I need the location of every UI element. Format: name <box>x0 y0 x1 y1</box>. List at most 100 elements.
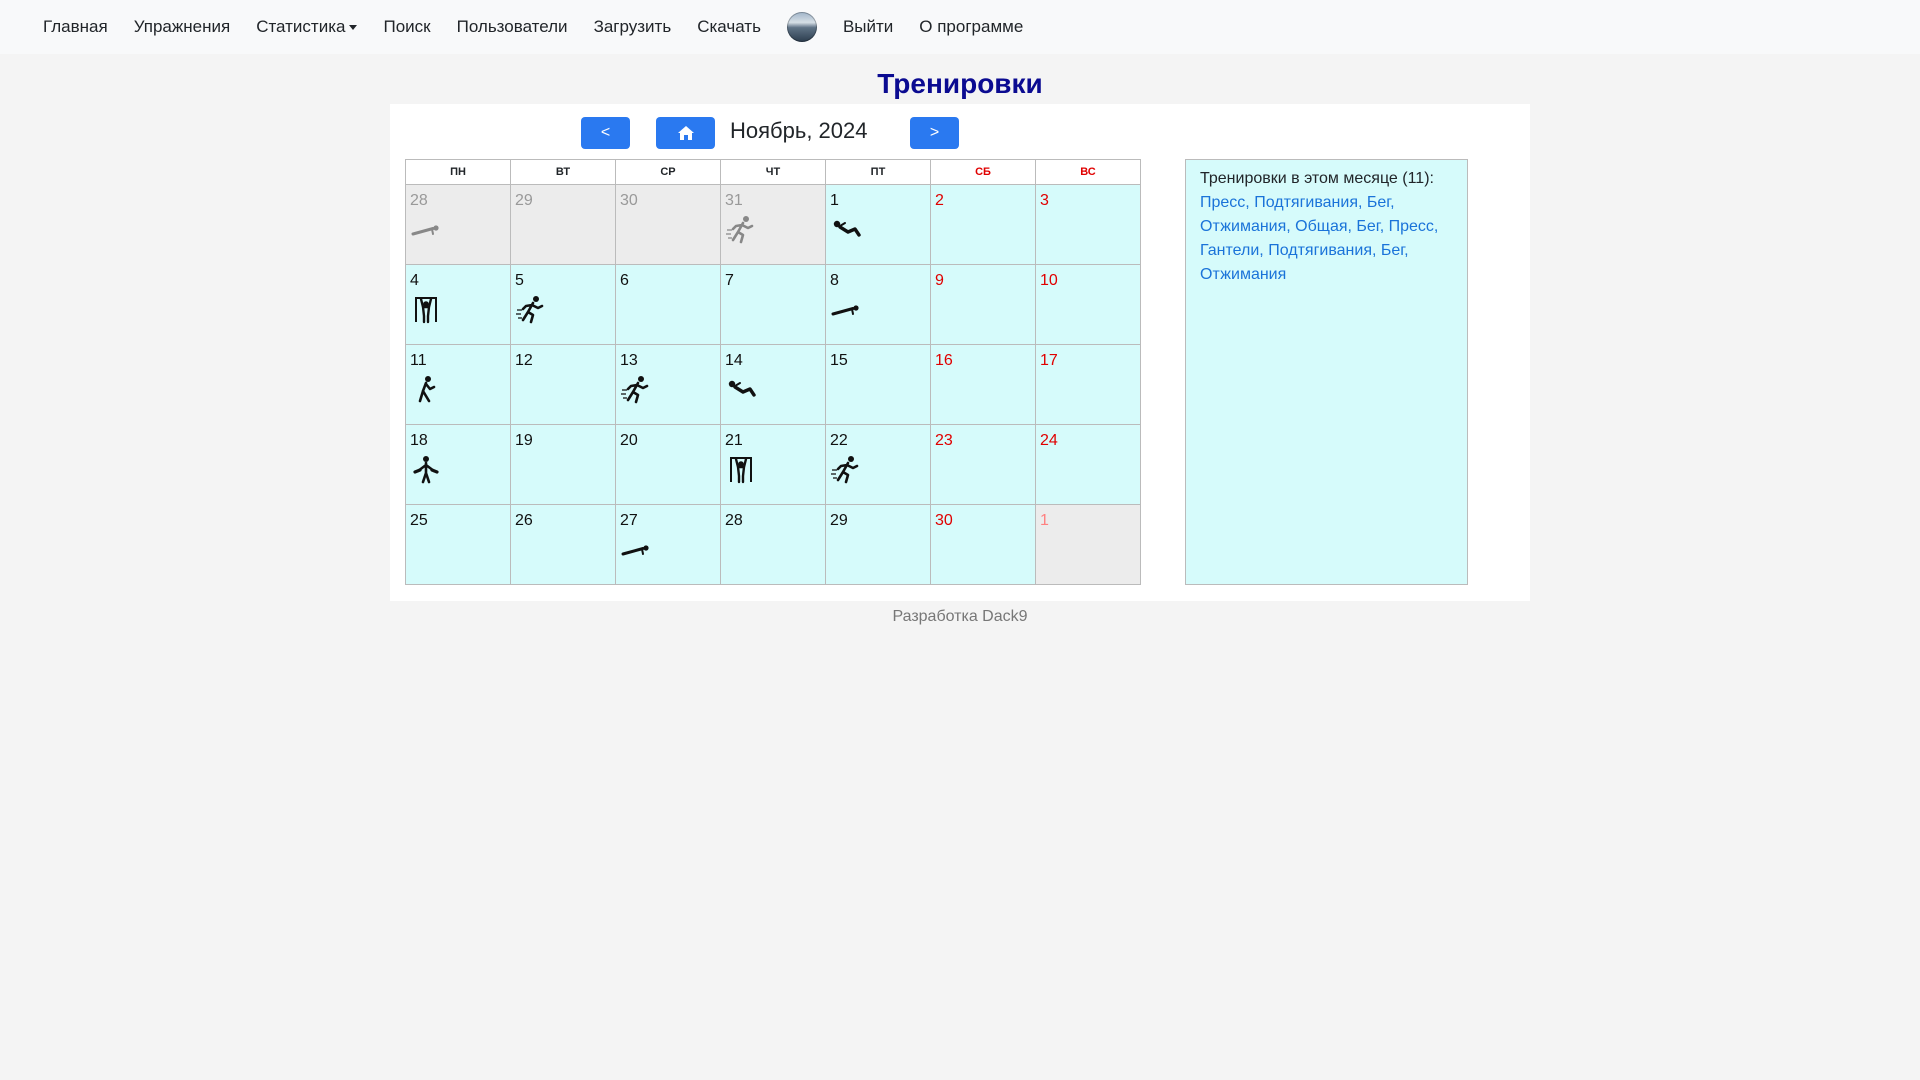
calendar-day-cell[interactable]: 25 <box>405 504 511 585</box>
summary-workout-link[interactable]: Пресс <box>1200 194 1245 211</box>
calendar-day-cell[interactable]: 19 <box>510 424 616 505</box>
running-icon[interactable] <box>726 214 756 244</box>
dumbbells-icon[interactable] <box>411 454 441 484</box>
day-number: 22 <box>830 432 848 449</box>
calendar-day-cell[interactable]: 22 <box>825 424 931 505</box>
calendar-day-cell[interactable]: 17 <box>1035 344 1141 425</box>
summary-workout-link[interactable]: Подтягивания <box>1268 242 1372 259</box>
day-number: 26 <box>515 512 533 529</box>
running-icon[interactable] <box>621 374 651 404</box>
calendar-day-cell[interactable]: 20 <box>615 424 721 505</box>
nav-statistics-label: Статистика <box>256 17 346 36</box>
next-month-button[interactable]: > <box>910 117 959 149</box>
user-avatar-link[interactable] <box>774 12 830 42</box>
calendar-day-cell[interactable]: 15 <box>825 344 931 425</box>
calendar-day-cell[interactable]: 23 <box>930 424 1036 505</box>
day-number: 29 <box>830 512 848 529</box>
pullups-icon[interactable] <box>411 294 441 324</box>
calendar-day-cell[interactable]: 10 <box>1035 264 1141 345</box>
summary-heading: Тренировки в этом месяце (11): <box>1200 170 1434 187</box>
nav-statistics-dropdown[interactable]: Статистика <box>243 17 370 37</box>
calendar-day-cell[interactable]: 30 <box>930 504 1036 585</box>
prev-month-button[interactable]: < <box>581 117 630 149</box>
calendar-week-row: 28 29 30 31 1 2 3 <box>405 184 1141 265</box>
day-number: 8 <box>830 272 839 289</box>
nav-home[interactable]: Главная <box>30 17 121 37</box>
day-number: 30 <box>935 512 953 529</box>
summary-workout-link[interactable]: Подтягивания <box>1254 194 1358 211</box>
plank-icon[interactable] <box>411 214 441 244</box>
nav-logout[interactable]: Выйти <box>830 17 906 37</box>
summary-workout-link[interactable]: Общая <box>1295 218 1347 235</box>
calendar-day-cell[interactable]: 28 <box>405 184 511 265</box>
calendar-day-cell[interactable]: 27 <box>615 504 721 585</box>
day-number: 7 <box>725 272 734 289</box>
calendar-day-cell[interactable]: 2 <box>930 184 1036 265</box>
nav-about[interactable]: О программе <box>906 17 1036 37</box>
calendar-day-cell[interactable]: 30 <box>615 184 721 265</box>
calendar-day-cell[interactable]: 1 <box>825 184 931 265</box>
summary-workout-link[interactable]: Бег <box>1367 194 1390 211</box>
running-icon[interactable] <box>831 454 861 484</box>
home-icon <box>677 126 694 140</box>
summary-workout-link[interactable]: Бег <box>1381 242 1404 259</box>
summary-workout-link[interactable]: Бег <box>1356 218 1379 235</box>
day-number: 31 <box>725 192 743 209</box>
calendar-day-cell[interactable]: 1 <box>1035 504 1141 585</box>
plank-icon[interactable] <box>621 534 651 564</box>
summary-workout-link[interactable]: Отжимания <box>1200 266 1286 283</box>
day-number: 9 <box>935 272 944 289</box>
calendar-day-cell[interactable]: 16 <box>930 344 1036 425</box>
plank-icon[interactable] <box>831 294 861 324</box>
day-number: 12 <box>515 352 533 369</box>
day-number: 6 <box>620 272 629 289</box>
day-number: 4 <box>410 272 419 289</box>
day-number: 27 <box>620 512 638 529</box>
nav-search[interactable]: Поиск <box>370 17 443 37</box>
calendar-week-row: 4 5 6 7 8 9 10 <box>405 264 1141 345</box>
day-number: 17 <box>1040 352 1058 369</box>
calendar-day-cell[interactable]: 21 <box>720 424 826 505</box>
day-number: 15 <box>830 352 848 369</box>
day-number: 10 <box>1040 272 1058 289</box>
day-number: 3 <box>1040 192 1049 209</box>
nav-users[interactable]: Пользователи <box>444 17 581 37</box>
calendar-day-cell[interactable]: 14 <box>720 344 826 425</box>
day-number: 13 <box>620 352 638 369</box>
calendar-day-cell[interactable]: 18 <box>405 424 511 505</box>
summary-workout-link[interactable]: Гантели <box>1200 242 1259 259</box>
running-icon[interactable] <box>516 294 546 324</box>
summary-workout-link[interactable]: Отжимания <box>1200 218 1286 235</box>
nav-download[interactable]: Скачать <box>684 17 774 37</box>
stretching-icon[interactable] <box>411 374 441 404</box>
calendar-day-cell[interactable]: 8 <box>825 264 931 345</box>
nav-exercises[interactable]: Упражнения <box>121 17 243 37</box>
day-number: 28 <box>410 192 428 209</box>
day-number: 29 <box>515 192 533 209</box>
summary-workout-link[interactable]: Пресс <box>1389 218 1434 235</box>
calendar-day-cell[interactable]: 6 <box>615 264 721 345</box>
pullups-icon[interactable] <box>726 454 756 484</box>
calendar-day-cell[interactable]: 3 <box>1035 184 1141 265</box>
day-number: 5 <box>515 272 524 289</box>
calendar-day-cell[interactable]: 24 <box>1035 424 1141 505</box>
day-number: 25 <box>410 512 428 529</box>
calendar-day-cell[interactable]: 26 <box>510 504 616 585</box>
calendar-day-cell[interactable]: 28 <box>720 504 826 585</box>
calendar-day-cell[interactable]: 7 <box>720 264 826 345</box>
summary-workout-list: Пресс, Подтягивания, Бег, Отжимания, Общ… <box>1200 194 1439 283</box>
weekday-tue: ВТ <box>510 159 616 185</box>
calendar-day-cell[interactable]: 12 <box>510 344 616 425</box>
calendar-day-cell[interactable]: 4 <box>405 264 511 345</box>
calendar-day-cell[interactable]: 11 <box>405 344 511 425</box>
situps-icon[interactable] <box>831 214 861 244</box>
calendar-day-cell[interactable]: 29 <box>825 504 931 585</box>
situps-icon[interactable] <box>726 374 756 404</box>
calendar-day-cell[interactable]: 31 <box>720 184 826 265</box>
calendar-day-cell[interactable]: 9 <box>930 264 1036 345</box>
nav-upload[interactable]: Загрузить <box>581 17 685 37</box>
calendar-day-cell[interactable]: 5 <box>510 264 616 345</box>
calendar-day-cell[interactable]: 29 <box>510 184 616 265</box>
calendar-day-cell[interactable]: 13 <box>615 344 721 425</box>
current-month-button[interactable] <box>656 117 715 149</box>
